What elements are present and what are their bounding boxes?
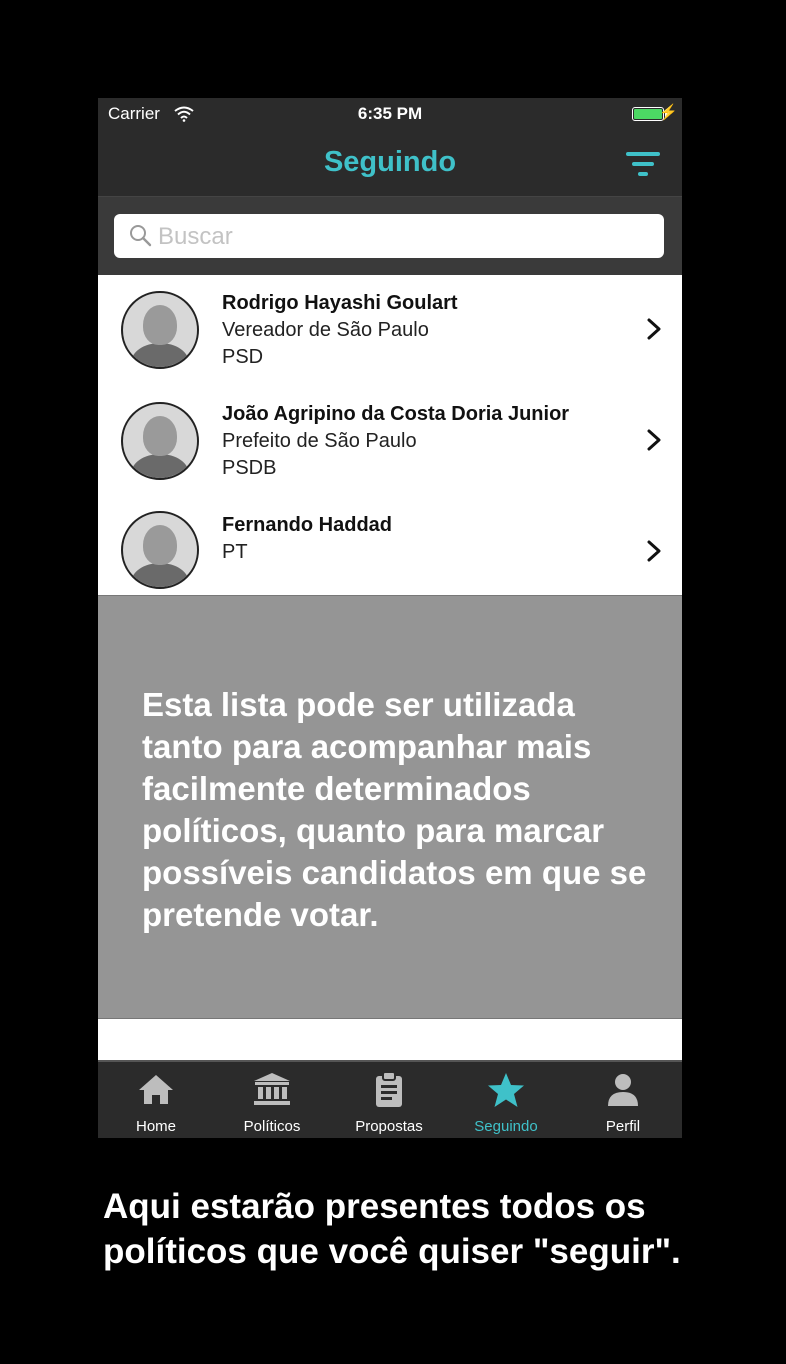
chevron-right-icon	[647, 318, 661, 340]
tab-label: Home	[135, 1118, 176, 1135]
tab-propostas[interactable]: Propostas	[331, 1062, 447, 1138]
search-placeholder: Buscar	[158, 223, 233, 250]
tab-label: Perfil	[605, 1118, 641, 1135]
tab-label: Propostas	[355, 1118, 423, 1135]
tutorial-message: Esta lista pode ser utilizada tanto para…	[142, 686, 647, 933]
page-title: Seguindo	[323, 146, 457, 178]
list-item[interactable]: Rodrigo Hayashi Goulart Vereador de São …	[98, 275, 682, 385]
tab-politicos[interactable]: Políticos	[214, 1062, 330, 1138]
politician-party: PSDB	[222, 457, 277, 479]
avatar	[121, 291, 199, 369]
avatar	[121, 511, 199, 589]
list-item[interactable]: João Agripino da Costa Doria Junior Pref…	[98, 386, 682, 496]
charging-icon: ⚡	[659, 104, 678, 121]
nav-bar: Seguindo	[98, 130, 682, 197]
status-bar: Carrier 6:35 PM ⚡	[98, 98, 682, 130]
search-bar: Buscar	[98, 197, 682, 275]
tab-bar: Home Políticos Propostas Seguindo Perfil	[98, 1060, 682, 1138]
politician-role: Vereador de São Paulo	[222, 319, 429, 341]
star-icon	[488, 1073, 524, 1107]
tutorial-overlay: Esta lista pode ser utilizada tanto para…	[98, 595, 682, 1019]
user-icon	[608, 1074, 638, 1106]
list-item[interactable]: Fernando Haddad PT	[98, 497, 682, 607]
tab-label: Políticos	[243, 1118, 301, 1135]
tab-seguindo[interactable]: Seguindo	[448, 1062, 564, 1138]
politician-name: Fernando Haddad	[222, 514, 393, 536]
screen-caption: Aqui estarão presentes todos os político…	[103, 1187, 681, 1271]
politician-name: Rodrigo Hayashi Goulart	[222, 292, 458, 314]
search-input[interactable]: Buscar	[114, 214, 664, 258]
home-icon	[139, 1075, 173, 1104]
status-time: 6:35 PM	[357, 104, 423, 123]
politician-role: Prefeito de São Paulo	[222, 430, 417, 452]
phone-screen: Carrier 6:35 PM ⚡ Seguindo Buscar Rodrig…	[98, 98, 682, 1138]
building-icon	[254, 1073, 290, 1105]
clipboard-icon	[376, 1071, 402, 1107]
avatar	[121, 402, 199, 480]
tab-perfil[interactable]: Perfil	[565, 1062, 681, 1138]
chevron-right-icon	[647, 429, 661, 451]
tab-label: Seguindo	[474, 1118, 538, 1135]
politician-party: PT	[222, 541, 248, 563]
search-icon	[130, 225, 152, 247]
politician-party: PSD	[222, 346, 264, 368]
politician-name: João Agripino da Costa Doria Junior	[222, 403, 570, 425]
filter-icon[interactable]	[626, 152, 660, 178]
tab-home[interactable]: Home	[98, 1062, 214, 1138]
chevron-right-icon	[647, 540, 661, 562]
